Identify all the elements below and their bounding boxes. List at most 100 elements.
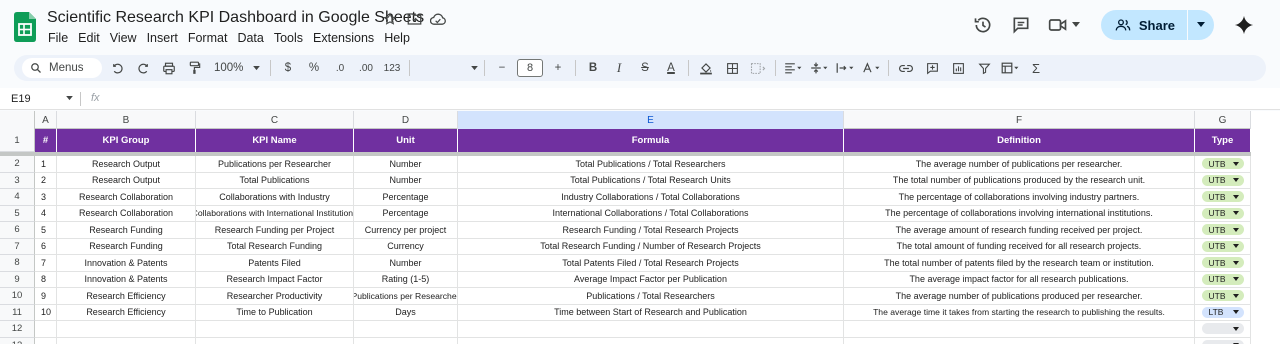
header-cell-unit[interactable]: Unit xyxy=(354,129,458,152)
cell-unit[interactable] xyxy=(354,321,458,338)
cell-definition[interactable] xyxy=(844,337,1195,344)
column-header-f[interactable]: F xyxy=(844,111,1195,129)
fill-color-icon[interactable] xyxy=(695,57,717,79)
type-dropdown-chip[interactable]: UTB xyxy=(1201,273,1244,285)
cell-number[interactable] xyxy=(35,321,57,338)
cell-definition[interactable]: The total amount of funding received for… xyxy=(844,238,1195,255)
row-header[interactable]: 13 xyxy=(0,337,35,344)
cell-unit[interactable]: Currency per project xyxy=(354,222,458,239)
column-header-c[interactable]: C xyxy=(196,111,354,129)
type-dropdown-chip[interactable]: UTB xyxy=(1201,257,1244,269)
menu-file[interactable]: File xyxy=(43,30,73,46)
cell-kpi-name[interactable] xyxy=(196,337,354,344)
cell-unit[interactable]: Percentage xyxy=(354,205,458,222)
row-header[interactable]: 4 xyxy=(0,189,35,206)
cell-formula[interactable]: Total Publications / Total Research Unit… xyxy=(458,172,844,189)
cell-kpi-group[interactable]: Research Funding xyxy=(57,238,196,255)
menu-edit[interactable]: Edit xyxy=(73,30,105,46)
cell-definition[interactable]: The average amount of research funding r… xyxy=(844,222,1195,239)
increase-font-size-button[interactable]: + xyxy=(547,57,569,79)
comment-icon[interactable] xyxy=(1003,10,1039,40)
cell-kpi-name[interactable]: Total Publications xyxy=(196,172,354,189)
column-header-b[interactable]: B xyxy=(57,111,196,129)
cell-kpi-name[interactable]: Research Impact Factor xyxy=(196,271,354,288)
share-dropdown-button[interactable] xyxy=(1188,10,1214,40)
cell-unit[interactable]: Days xyxy=(354,304,458,321)
cell-kpi-group[interactable]: Research Collaboration xyxy=(57,205,196,222)
cell-definition[interactable] xyxy=(844,321,1195,338)
cell-formula[interactable]: Industry Collaborations / Total Collabor… xyxy=(458,189,844,206)
type-dropdown-chip[interactable] xyxy=(1201,323,1244,335)
italic-button[interactable]: I xyxy=(608,57,630,79)
borders-icon[interactable] xyxy=(721,57,743,79)
cell-kpi-group[interactable]: Research Collaboration xyxy=(57,189,196,206)
column-header-g[interactable]: G xyxy=(1195,111,1251,129)
share-button[interactable]: Share xyxy=(1100,10,1187,40)
percent-format-button[interactable]: % xyxy=(303,57,325,79)
cell-unit[interactable]: Publications per Researcher xyxy=(354,288,458,305)
star-icon[interactable] xyxy=(382,11,398,27)
cell-kpi-group[interactable]: Innovation & Patents xyxy=(57,271,196,288)
search-menus[interactable]: Menus xyxy=(22,58,102,78)
column-header-d[interactable]: D xyxy=(354,111,458,129)
cell-unit[interactable]: Percentage xyxy=(354,189,458,206)
type-dropdown-chip[interactable]: UTB xyxy=(1201,174,1244,186)
increase-decimal-button[interactable]: .00 xyxy=(355,57,377,79)
decrease-font-size-button[interactable]: − xyxy=(491,57,513,79)
cell-kpi-group[interactable]: Research Efficiency xyxy=(57,288,196,305)
meet-icon[interactable] xyxy=(1041,10,1087,40)
insert-link-icon[interactable] xyxy=(895,57,917,79)
cell-formula[interactable]: Average Impact Factor per Publication xyxy=(458,271,844,288)
cell-unit[interactable]: Number xyxy=(354,255,458,272)
cell-kpi-group[interactable] xyxy=(57,321,196,338)
header-cell-formula[interactable]: Formula xyxy=(458,129,844,152)
cell-definition[interactable]: The percentage of collaborations involvi… xyxy=(844,205,1195,222)
type-dropdown-chip[interactable]: UTB xyxy=(1201,224,1244,236)
cell-definition[interactable]: The average number of publications produ… xyxy=(844,288,1195,305)
cell-kpi-name[interactable]: Publications per Researcher xyxy=(196,156,354,173)
insert-chart-icon[interactable] xyxy=(947,57,969,79)
type-dropdown-chip[interactable]: LTB xyxy=(1201,306,1244,318)
row-header[interactable]: 6 xyxy=(0,222,35,239)
row-header[interactable]: 2 xyxy=(0,156,35,173)
cell-kpi-group[interactable]: Research Efficiency xyxy=(57,304,196,321)
menu-insert[interactable]: Insert xyxy=(142,30,183,46)
filter-views-icon[interactable] xyxy=(999,57,1021,79)
cell-formula[interactable]: Research Funding / Total Research Projec… xyxy=(458,222,844,239)
cell-number[interactable]: 1 xyxy=(35,156,57,173)
redo-icon[interactable] xyxy=(132,57,154,79)
merge-cells-icon[interactable] xyxy=(747,57,769,79)
cell-number[interactable] xyxy=(35,337,57,344)
cell-kpi-name[interactable]: Collaborations with Industry xyxy=(196,189,354,206)
cell-kpi-group[interactable] xyxy=(57,337,196,344)
type-dropdown-chip[interactable]: UTB xyxy=(1201,240,1244,252)
select-all-corner[interactable] xyxy=(0,111,35,129)
cell-definition[interactable]: The total number of patents filed by the… xyxy=(844,255,1195,272)
cell-formula[interactable]: Time between Start of Research and Publi… xyxy=(458,304,844,321)
cell-definition[interactable]: The total number of publications produce… xyxy=(844,172,1195,189)
number-format-button[interactable]: 123 xyxy=(381,57,403,79)
cloud-status-icon[interactable] xyxy=(430,11,446,27)
chevron-down-icon[interactable] xyxy=(66,96,73,101)
cell-number[interactable]: 5 xyxy=(35,222,57,239)
name-box[interactable]: E19 xyxy=(11,93,31,105)
horizontal-align-icon[interactable] xyxy=(782,57,804,79)
header-cell-number[interactable]: # xyxy=(35,129,57,152)
cell-formula[interactable]: Publications / Total Researchers xyxy=(458,288,844,305)
menu-data[interactable]: Data xyxy=(232,30,268,46)
menu-help[interactable]: Help xyxy=(379,30,415,46)
undo-icon[interactable] xyxy=(106,57,128,79)
paint-format-icon[interactable] xyxy=(184,57,206,79)
cell-unit[interactable] xyxy=(354,337,458,344)
cell-definition[interactable]: The average time it takes from starting … xyxy=(844,304,1195,321)
menu-tools[interactable]: Tools xyxy=(269,30,308,46)
cell-formula[interactable]: Total Patents Filed / Total Research Pro… xyxy=(458,255,844,272)
sheets-logo-icon[interactable] xyxy=(14,12,36,42)
menu-view[interactable]: View xyxy=(105,30,142,46)
type-dropdown-chip[interactable]: UTB xyxy=(1201,158,1244,170)
cell-number[interactable]: 3 xyxy=(35,189,57,206)
cell-unit[interactable]: Rating (1-5) xyxy=(354,271,458,288)
functions-button[interactable]: Σ xyxy=(1025,57,1047,79)
column-header-e[interactable]: E xyxy=(458,111,844,129)
header-cell-definition[interactable]: Definition xyxy=(844,129,1195,152)
